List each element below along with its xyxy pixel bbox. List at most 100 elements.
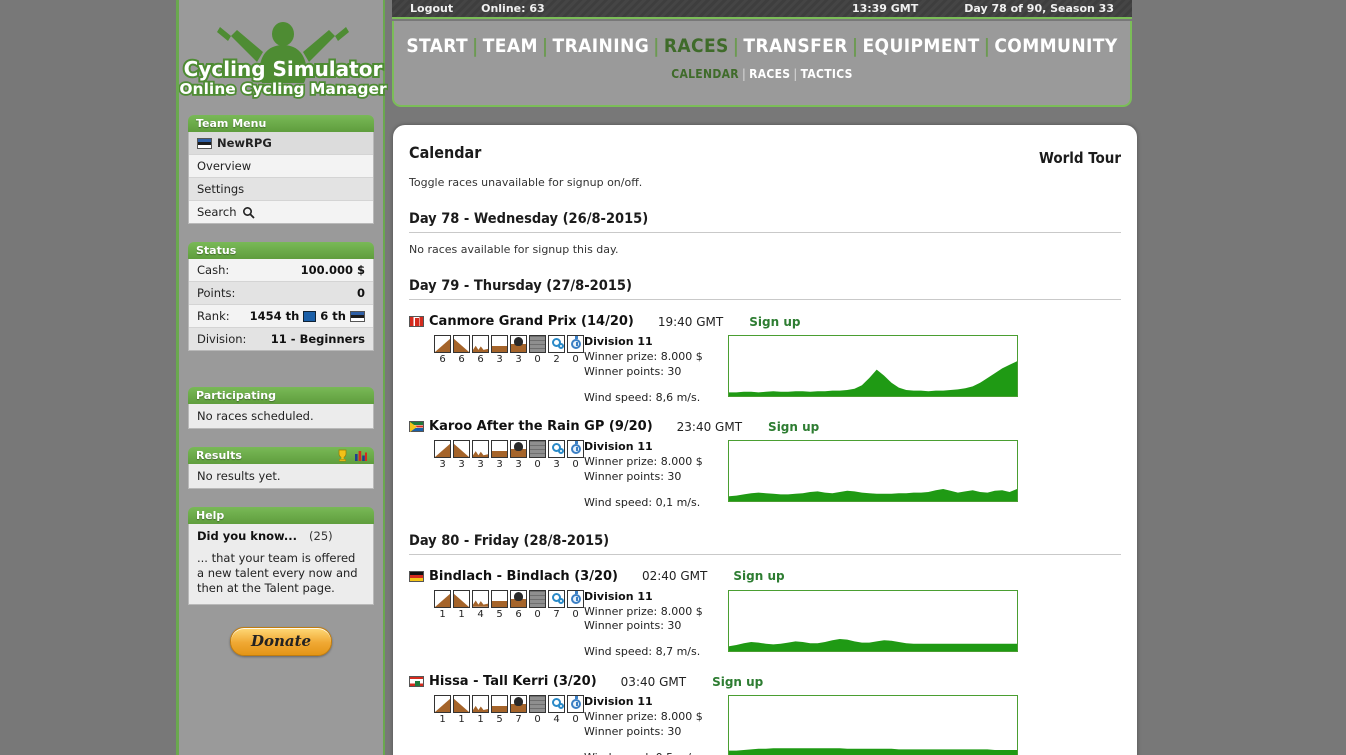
race-name[interactable]: Bindlach - Bindlach (3/20) [429, 569, 618, 584]
top-status-bar: Logout Online: 63 13:39 GMT Day 78 of 90… [392, 0, 1132, 19]
bar-chart-icon[interactable] [354, 449, 368, 462]
days-container: Day 78 - Wednesday (26/8-2015) No races a… [409, 211, 1121, 755]
app-root: Cycling Simulator Online Cycling Manager… [0, 0, 1346, 755]
race-points: Winner points: 30 [584, 619, 682, 633]
terrain-icon-cobbles [529, 335, 546, 353]
toggle-signup-link[interactable]: Toggle races unavailable for signup on/o… [409, 176, 1121, 189]
race-title-row: Bindlach - Bindlach (3/20) 02:40 GMT Sign … [409, 569, 1121, 584]
terrain-value-hills: 4 [477, 608, 484, 620]
results-header-icons [336, 449, 368, 462]
status-panel: Status Cash: 100.000 $ Points: 0 Rank: 1… [188, 242, 374, 351]
race-time: 02:40 GMT [641, 569, 708, 584]
nav-training[interactable]: TRAINING [553, 35, 650, 57]
terrain-value-downhill: 3 [458, 459, 465, 471]
subnav-races[interactable]: RACES [749, 67, 790, 81]
terrain-value-downhill: 1 [458, 714, 465, 726]
terrain-value-circuit: 2 [553, 354, 560, 365]
race-points: Winner points: 30 [584, 724, 682, 738]
race-prize: Winner prize: 8.000 $ [584, 604, 703, 618]
participating-title: Participating [188, 387, 374, 404]
team-name: NewRPG [217, 136, 272, 150]
sidebar-item-settings[interactable]: Settings [189, 178, 373, 201]
status-row-rank: Rank: 1454 th 6 th [189, 305, 373, 328]
help-heading-row: Did you know... (25) [189, 524, 373, 545]
terrain-icon-gravel [510, 695, 527, 714]
terrain-icon-hills [472, 589, 489, 608]
race-name[interactable]: Hissa - Tall Kerri (3/20) [429, 674, 597, 689]
trophy-icon[interactable] [336, 449, 349, 462]
elevation-profile-graphic [729, 361, 1017, 396]
sign-up-button[interactable]: Sign up [768, 420, 819, 434]
race-wind: Wind speed: 0,5 m/s. [584, 751, 714, 755]
sidebar-item-team[interactable]: NewRPG [189, 132, 373, 155]
elevation-profile[interactable] [728, 695, 1018, 755]
sidebar-item-label: Search [197, 205, 237, 219]
race-name[interactable]: Canmore Grand Prix (14/20) [429, 314, 634, 329]
race-info: Division 11 Winner prize: 8.000 $ Winner p… [584, 695, 714, 755]
elevation-profile[interactable] [728, 440, 1018, 503]
elevation-profile[interactable] [728, 335, 1018, 397]
subnav-calendar[interactable]: CALENDAR [671, 67, 739, 81]
status-value-secondary: 6 th [320, 309, 346, 323]
terrain-value-flat: 3 [496, 459, 503, 471]
race-entry: Karoo After the Rain GP (9/20) 23:40 GMT S… [409, 419, 1121, 510]
nav-team[interactable]: TEAM [483, 35, 538, 57]
nav-sep: | [732, 35, 740, 57]
nav-sep: | [472, 35, 479, 57]
nav-start[interactable]: START [406, 35, 468, 57]
results-text: No results yet. [189, 464, 373, 488]
terrain-icons [434, 440, 584, 459]
help-title: Help [188, 507, 374, 524]
donate-button[interactable]: Donate [229, 626, 333, 656]
race-body: 6 6 6 3 3 0 2 0 Division 11 Winner prize: 8.000 $… [409, 335, 1121, 405]
terrain-icons [434, 589, 584, 608]
secondary-nav: CALENDAR | RACES | TACTICS [394, 67, 1130, 81]
nav-races[interactable]: RACES [664, 35, 729, 57]
logo-graphic: Cycling Simulator Online Cycling Manager [179, 22, 388, 100]
season-day: Day 78 of 90, Season 33 [964, 2, 1114, 15]
logout-link[interactable]: Logout [410, 2, 453, 15]
terrain-value-uphill: 3 [439, 459, 446, 471]
search-icon[interactable] [242, 206, 255, 219]
race-name[interactable]: Karoo After the Rain GP (9/20) [429, 419, 653, 434]
status-value: 1454 th [249, 309, 300, 323]
terrain-icon-flat [491, 335, 508, 353]
site-logo[interactable]: Cycling Simulator Online Cycling Manager [179, 0, 388, 115]
sidebar-item-search[interactable]: Search [189, 201, 373, 223]
globe-icon [303, 310, 317, 322]
results-title: Results [188, 447, 374, 464]
sign-up-button[interactable]: Sign up [712, 675, 763, 689]
race-title-row: Karoo After the Rain GP (9/20) 23:40 GMT S… [409, 419, 1121, 434]
status-label: Points: [197, 286, 236, 300]
race-time: 19:40 GMT [657, 314, 724, 329]
terrain-value-cobbles: 0 [534, 714, 541, 726]
terrain-icons [434, 695, 584, 714]
flag-icon-za [409, 421, 424, 433]
race-division: Division 11 [584, 589, 653, 603]
svg-text:Online Cycling Manager: Online Cycling Manager [179, 80, 387, 98]
terrain-icon-circuit [548, 335, 565, 353]
calendar-header: Calendar World Tour [409, 143, 1121, 167]
help-heading: Did you know... [197, 529, 298, 543]
subnav-tactics[interactable]: TACTICS [801, 67, 853, 81]
nav-community[interactable]: COMMUNITY [994, 35, 1117, 57]
sign-up-button[interactable]: Sign up [733, 569, 784, 583]
team-menu-body: NewRPG Overview Settings Search [188, 132, 374, 224]
sign-up-button[interactable]: Sign up [749, 315, 800, 329]
nav-transfer[interactable]: TRANSFER [743, 35, 847, 57]
terrain-icon-flat [491, 589, 508, 608]
day-heading: Day 80 - Friday (28/8-2015) [409, 533, 1121, 555]
flag-icon-estonia [197, 137, 212, 149]
terrain-icon-time-trial [567, 440, 584, 459]
sidebar-item-overview[interactable]: Overview [189, 155, 373, 178]
tour-scope-label: World Tour [1038, 149, 1121, 167]
terrain-value-uphill: 1 [439, 608, 446, 620]
terrain-value-hills: 3 [477, 459, 484, 471]
svg-text:Cycling Simulator: Cycling Simulator [184, 57, 383, 81]
status-label: Cash: [197, 263, 230, 277]
elevation-profile[interactable] [728, 589, 1018, 652]
nav-equipment[interactable]: EQUIPMENT [862, 35, 979, 57]
race-wind: Wind speed: 8,7 m/s. [584, 645, 701, 659]
race-points: Winner points: 30 [584, 364, 682, 378]
